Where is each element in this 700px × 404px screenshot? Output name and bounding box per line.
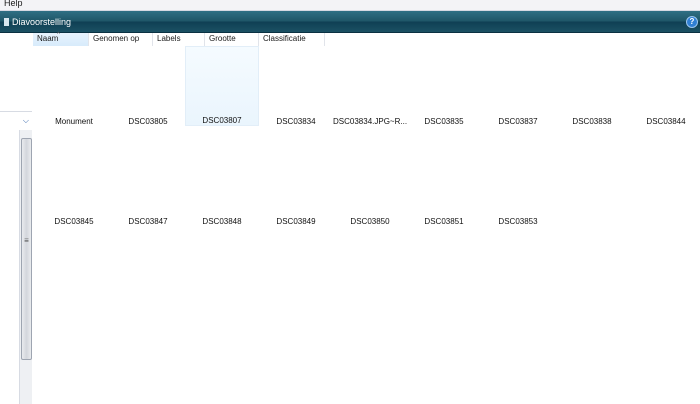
column-header-rating[interactable]: Classificatie [259,33,325,46]
file-tile[interactable]: DSC03845 [37,146,111,226]
file-tile[interactable]: DSC03851 [407,146,481,226]
toolbar: Diavoorstelling ? [0,11,700,33]
column-header-taken[interactable]: Genomen op [89,33,153,46]
column-header-size[interactable]: Grootte [205,33,259,46]
navigation-pane: ⌵ ≡ [0,33,34,404]
file-name: DSC03853 [498,217,538,226]
slideshow-icon [4,17,9,26]
slideshow-button[interactable]: Diavoorstelling [0,13,77,30]
file-tile[interactable]: Monument [37,46,111,126]
file-tile[interactable]: DSC03835 [407,46,481,126]
file-tile[interactable]: DSC03847 [111,146,185,226]
column-header-rating-label: Classificatie [263,34,306,43]
file-name: DSC03834.JPG~R... [333,117,407,126]
file-name: DSC03838 [572,117,612,126]
column-header-name-label: Naam [37,34,59,43]
column-header-name[interactable]: ^ Naam [33,32,89,46]
file-name: DSC03837 [498,117,538,126]
slideshow-label: Diavoorstelling [12,16,72,27]
file-name: Monument [55,117,93,126]
sort-arrow-icon: ^ [57,32,60,38]
navigation-header: ⌵ [0,111,32,130]
file-tile[interactable]: DSC03805 [111,46,185,126]
menu-bar: Help [0,0,700,11]
file-name: DSC03851 [424,217,464,226]
column-header-labels[interactable]: Labels [153,33,205,46]
column-header-taken-label: Genomen op [93,34,140,43]
file-tile[interactable]: DSC03850 [333,146,407,226]
file-tile[interactable]: DSC03848 [185,146,259,226]
navigation-scrollbar[interactable]: ≡ [19,130,32,404]
file-tile-selected[interactable]: DSC03807 [185,46,259,126]
column-header-labels-label: Labels [157,34,181,43]
file-name: DSC03834 [276,117,316,126]
file-name: DSC03807 [202,116,242,125]
file-grid: Monument DSC03805 DSC03807 DSC03834 DSC0… [33,46,700,404]
file-tile[interactable]: DSC03834 [259,46,333,126]
menu-help[interactable]: Help [4,0,23,8]
file-tile[interactable]: DSC03849 [259,146,333,226]
file-name: DSC03848 [202,217,242,226]
file-tile[interactable]: DSC03838 [555,46,629,126]
file-name: DSC03805 [128,117,168,126]
chevron-down-icon[interactable]: ⌵ [23,116,29,126]
file-name: DSC03844 [646,117,686,126]
file-name: DSC03847 [128,217,168,226]
file-name: DSC03835 [424,117,464,126]
file-tile[interactable]: DSC03834.JPG~R... [333,46,407,126]
file-tile[interactable]: DSC03844 [629,46,700,126]
file-name: DSC03850 [350,217,390,226]
scrollbar-thumb[interactable]: ≡ [21,138,32,360]
help-icon[interactable]: ? [686,16,698,28]
grip-icon: ≡ [24,236,29,245]
column-header-row: ^ Naam Genomen op Labels Grootte Classif… [33,32,700,47]
file-tile[interactable]: DSC03853 [481,146,555,226]
file-tile[interactable]: DSC03837 [481,46,555,126]
file-name: DSC03845 [54,217,94,226]
column-header-size-label: Grootte [209,34,236,43]
file-name: DSC03849 [276,217,316,226]
